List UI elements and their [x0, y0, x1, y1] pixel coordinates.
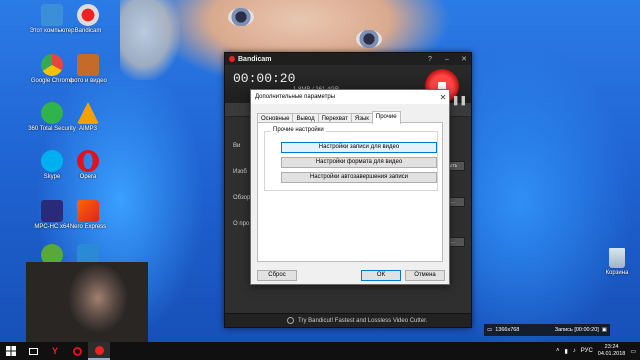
close-icon[interactable]: ✕: [437, 93, 449, 102]
chevron-up-icon[interactable]: ˄: [556, 348, 560, 354]
help-icon[interactable]: ?: [423, 56, 437, 63]
clock[interactable]: 23:24 04.01.2018: [598, 344, 626, 358]
chrome-icon: [41, 54, 63, 76]
advanced-settings-dialog: Дополнительные параметры ✕ Основные Выво…: [250, 89, 450, 285]
wallpaper-fur: [120, 0, 180, 80]
desktop-icon-opera[interactable]: Opera: [62, 150, 114, 181]
bandicam-bottom-bar: Try Bandicut! Fastest and Lossless Video…: [225, 313, 471, 327]
info-icon: [287, 317, 294, 324]
opera-icon: [72, 346, 82, 356]
recording-timer: 00:00:20: [233, 71, 296, 86]
dialog-titlebar: Дополнительные параметры ✕: [251, 90, 449, 104]
video-format-settings-button[interactable]: Настройки формата для видео: [281, 157, 437, 168]
nero-icon: [77, 200, 99, 222]
taskbar-task-view[interactable]: [22, 342, 44, 360]
aimp-icon: [77, 102, 99, 124]
windows-icon: [6, 346, 16, 356]
wallpaper-eye-left: [228, 8, 254, 26]
recording-status: Запись [00:00:20]: [554, 327, 599, 333]
yandex-icon: Y: [51, 346, 58, 356]
taskbar-opera[interactable]: [66, 342, 88, 360]
auto-complete-settings-button[interactable]: Настройки автозавершения записи: [281, 172, 437, 183]
cancel-button[interactable]: Отмена: [405, 270, 445, 281]
tab-other[interactable]: Прочие: [371, 111, 401, 124]
minimize-icon[interactable]: –: [440, 56, 454, 63]
bandicam-logo-icon: [229, 56, 235, 62]
taskbar: Y ˄ ▮ ♪ РУС 23:24 04.01.2018 ▭: [0, 342, 640, 360]
bandicam-title: Bandicam: [238, 55, 272, 63]
computer-icon: [41, 4, 63, 26]
wallpaper-eye-right: [356, 30, 382, 48]
bandicut-promo[interactable]: Try Bandicut! Fastest and Lossless Video…: [298, 318, 427, 324]
desktop-icon-recycle-bin[interactable]: Корзина: [600, 248, 634, 276]
system-tray: ˄ ▮ ♪ РУС 23:24 04.01.2018 ▭: [556, 342, 636, 360]
monitor-icon: ▭: [487, 327, 493, 333]
photo-icon: [77, 54, 99, 76]
opera-icon: [77, 150, 99, 172]
start-button[interactable]: [0, 342, 22, 360]
desktop-icon-aimp[interactable]: AIMP3: [62, 102, 114, 133]
dialog-title: Дополнительные параметры: [255, 94, 336, 100]
volume-icon[interactable]: ♪: [573, 348, 576, 354]
desktop-icon-bandicam[interactable]: Bandicam: [62, 4, 114, 35]
network-icon[interactable]: ▮: [564, 348, 567, 355]
recycle-bin-icon: [609, 248, 625, 268]
close-icon[interactable]: ✕: [457, 55, 471, 63]
ok-button[interactable]: ОК: [361, 270, 401, 281]
reset-button[interactable]: Сброс: [257, 270, 297, 281]
bandicam-icon: [77, 4, 99, 26]
pause-icon[interactable]: ❚❚: [452, 95, 467, 106]
recording-status-overlay: ▭ 1366x768 Запись [00:00:20] ▣: [484, 324, 610, 336]
skype-icon: [41, 150, 63, 172]
bandicam-icon: [94, 345, 104, 355]
group-title: Прочие настройки: [271, 127, 326, 133]
video-record-settings-button[interactable]: Настройки записи для видео: [281, 142, 437, 153]
bandicam-titlebar: Bandicam ? – ✕: [225, 53, 471, 65]
desktop-icon-photos[interactable]: фото и видео: [62, 54, 114, 85]
mpc-icon: [41, 200, 63, 222]
clock-date: 04.01.2018: [597, 351, 626, 357]
desktop-icon-nero[interactable]: Nero Express: [62, 200, 114, 231]
dialog-tabs: Основные Вывод Перехват Язык Прочие: [251, 104, 449, 124]
other-settings-group: Прочие настройки Настройки записи для ви…: [264, 127, 438, 191]
shield-plus-icon: [41, 102, 63, 124]
notifications-icon[interactable]: ▭: [630, 348, 636, 355]
task-view-icon: [28, 347, 38, 355]
capture-resolution: 1366x768: [495, 327, 520, 333]
screenshot-icon[interactable]: ▣: [602, 327, 607, 333]
input-language[interactable]: РУС: [581, 348, 593, 354]
taskbar-bandicam[interactable]: [88, 342, 110, 360]
clock-time: 23:24: [604, 344, 619, 350]
tab-panel-other: Прочие настройки Настройки записи для ви…: [257, 122, 443, 262]
webcam-overlay: [26, 262, 148, 342]
taskbar-yandex[interactable]: Y: [44, 342, 66, 360]
